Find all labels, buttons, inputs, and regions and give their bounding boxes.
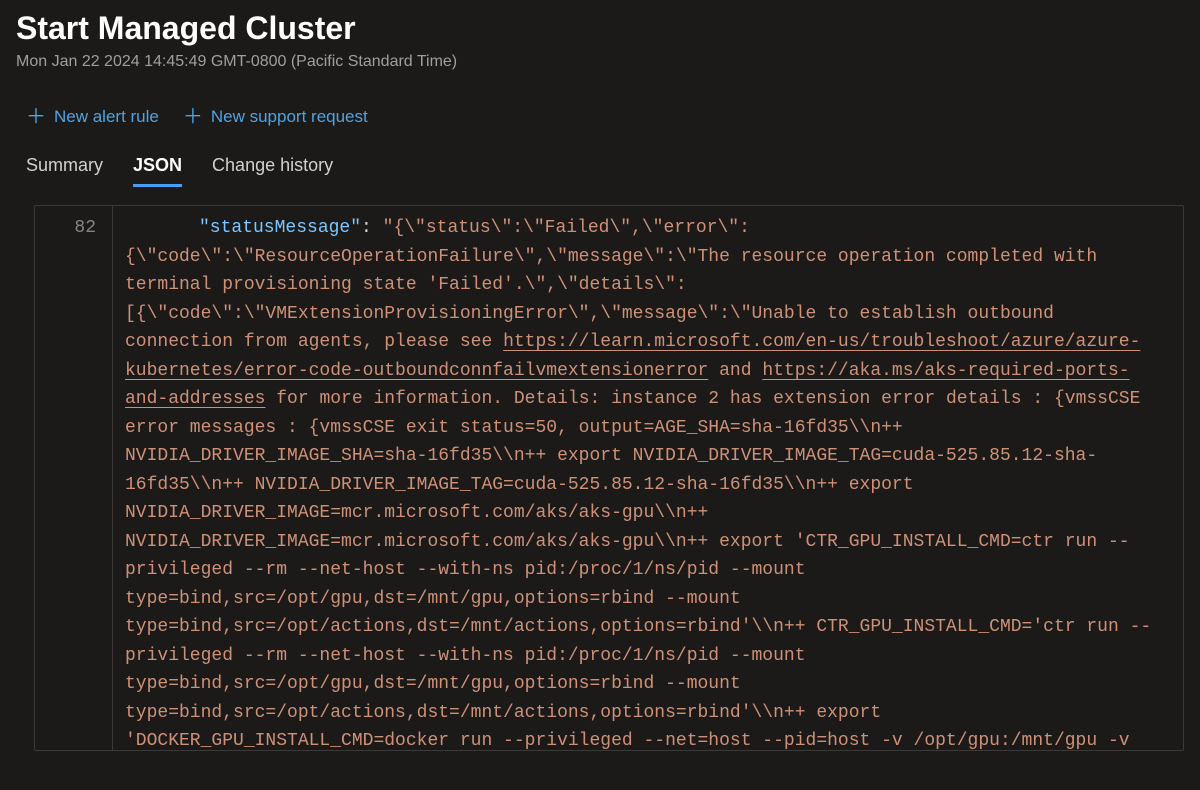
json-value-part-2: for more information. Details: instance … (125, 389, 1151, 751)
page-title: Start Managed Cluster (16, 10, 1184, 47)
new-alert-rule-label: New alert rule (54, 107, 159, 127)
code-viewer[interactable]: 82 "statusMessage": "{\"status\":\"Faile… (34, 205, 1184, 751)
code-content: "statusMessage": "{\"status\":\"Failed\"… (113, 206, 1183, 750)
plus-icon: ＋ (183, 107, 203, 127)
line-number-gutter: 82 (35, 206, 113, 750)
tab-summary[interactable]: Summary (26, 155, 103, 187)
page-timestamp: Mon Jan 22 2024 14:45:49 GMT-0800 (Pacif… (16, 53, 1184, 71)
new-support-request-label: New support request (211, 107, 368, 127)
plus-icon: ＋ (26, 107, 46, 127)
tabs: Summary JSON Change history (16, 155, 1184, 187)
toolbar: ＋ New alert rule ＋ New support request (16, 107, 1184, 127)
json-value-between: and (708, 361, 762, 381)
tab-change-history[interactable]: Change history (212, 155, 333, 187)
json-key: "statusMessage" (199, 218, 361, 238)
json-colon: : (361, 218, 383, 238)
line-number: 82 (35, 214, 96, 243)
new-alert-rule-button[interactable]: ＋ New alert rule (26, 107, 159, 127)
new-support-request-button[interactable]: ＋ New support request (183, 107, 368, 127)
tab-json[interactable]: JSON (133, 155, 182, 187)
